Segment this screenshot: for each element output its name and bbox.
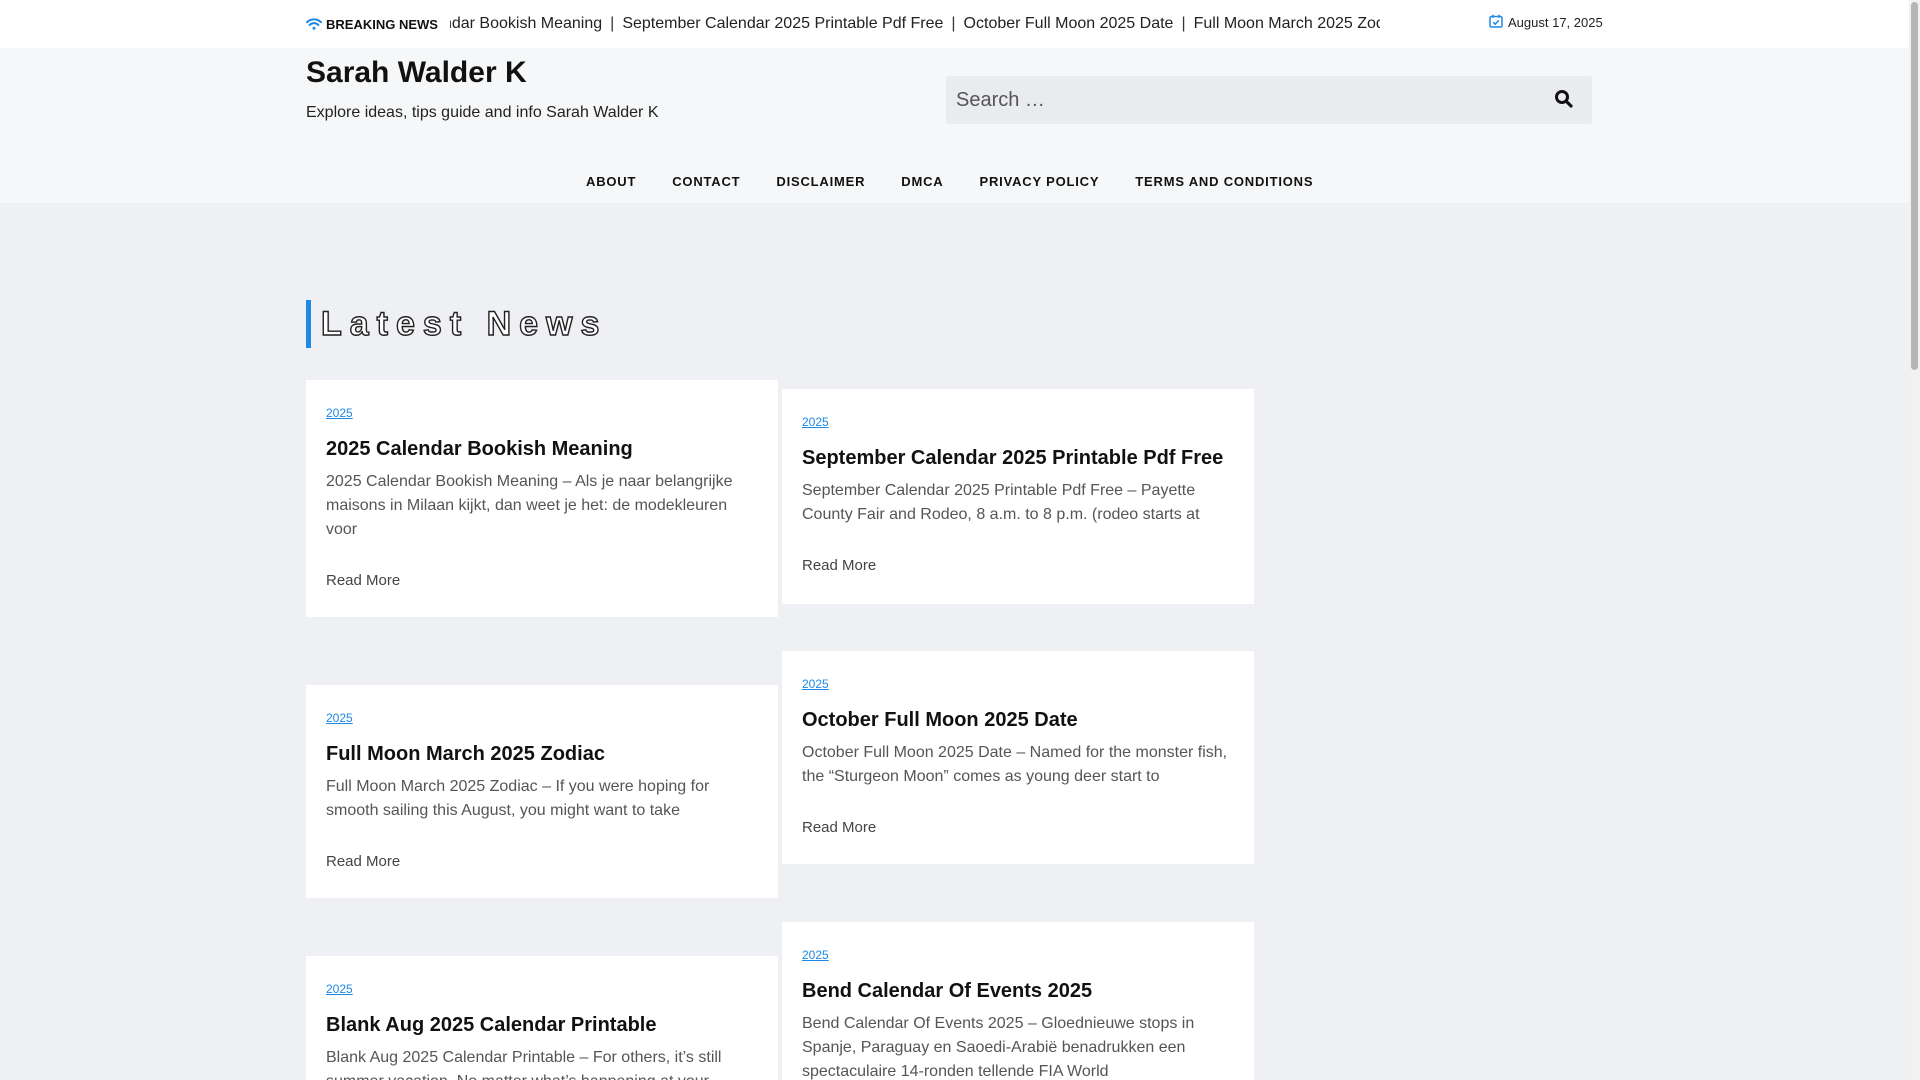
- scrollbar-thumb[interactable]: [1911, 2, 1918, 370]
- post-card: 2025 Blank Aug 2025 Calendar Printable B…: [306, 956, 778, 1080]
- post-title[interactable]: Full Moon March 2025 Zodiac: [326, 741, 758, 767]
- ticker-separator: |: [1181, 15, 1186, 32]
- post-title[interactable]: 2025 Calendar Bookish Meaning: [326, 436, 758, 462]
- ticker-item[interactable]: Full Moon March 2025 Zodiac: [1194, 15, 1380, 32]
- date-text: August 17, 2025: [1508, 14, 1603, 30]
- page-scrollbar[interactable]: [1909, 0, 1920, 1080]
- post-title[interactable]: September Calendar 2025 Printable Pdf Fr…: [802, 445, 1234, 471]
- ticker-item[interactable]: September Calendar 2025 Printable Pdf Fr…: [622, 15, 943, 32]
- post-card: 2025 October Full Moon 2025 Date October…: [782, 651, 1254, 864]
- search-button[interactable]: [1552, 88, 1576, 112]
- post-title[interactable]: Blank Aug 2025 Calendar Printable: [326, 1012, 758, 1038]
- post-card: 2025 September Calendar 2025 Printable P…: [782, 389, 1254, 604]
- section-title: Latest News: [306, 300, 607, 348]
- current-date: August 17, 2025: [1489, 12, 1603, 32]
- post-category[interactable]: 2025: [802, 677, 829, 691]
- read-more-link[interactable]: Read More: [326, 853, 758, 870]
- post-excerpt: Bend Calendar Of Events 2025 – Gloednieu…: [802, 1015, 1195, 1080]
- ticker-item[interactable]: October Full Moon 2025 Date: [964, 15, 1174, 32]
- breaking-news-text: BREAKING NEWS: [326, 16, 438, 32]
- post-category[interactable]: 2025: [802, 948, 829, 962]
- ticker-separator: |: [951, 15, 956, 32]
- nav-privacy-policy[interactable]: PRIVACY POLICY: [962, 174, 1118, 189]
- main-navigation: ABOUT CONTACT DISCLAIMER DMCA PRIVACY PO…: [0, 160, 1909, 203]
- nav-terms-and-conditions[interactable]: TERMS AND CONDITIONS: [1117, 174, 1331, 189]
- site-title[interactable]: Sarah Walder K: [306, 56, 527, 90]
- nav-dmca[interactable]: DMCA: [883, 174, 961, 189]
- post-excerpt: September Calendar 2025 Printable Pdf Fr…: [802, 482, 1200, 523]
- breaking-news-label: BREAKING NEWS: [306, 15, 438, 33]
- site-header: Sarah Walder K Explore ideas, tips guide…: [0, 48, 1909, 203]
- top-bar: BREAKING NEWS 2025 Calendar Bookish Mean…: [0, 0, 1909, 48]
- post-category[interactable]: 2025: [802, 415, 829, 429]
- post-excerpt: Blank Aug 2025 Calendar Printable – For …: [326, 1049, 722, 1080]
- ticker-item[interactable]: 2025 Calendar Bookish Meaning: [450, 15, 602, 32]
- search-icon: [1554, 89, 1574, 112]
- nav-about[interactable]: ABOUT: [568, 174, 654, 189]
- post-title[interactable]: Bend Calendar Of Events 2025: [802, 978, 1234, 1004]
- site-tagline: Explore ideas, tips guide and info Sarah…: [306, 104, 659, 121]
- post-title[interactable]: October Full Moon 2025 Date: [802, 707, 1234, 733]
- post-card: 2025 Bend Calendar Of Events 2025 Bend C…: [782, 922, 1254, 1080]
- post-category[interactable]: 2025: [326, 406, 353, 420]
- post-category[interactable]: 2025: [326, 982, 353, 996]
- nav-contact[interactable]: CONTACT: [654, 174, 758, 189]
- post-excerpt: 2025 Calendar Bookish Meaning – Als je n…: [326, 473, 733, 538]
- news-ticker: 2025 Calendar Bookish Meaning | September …: [450, 12, 1380, 36]
- ticker-separator: |: [610, 15, 615, 32]
- post-excerpt: October Full Moon 2025 Date – Named for …: [802, 744, 1228, 785]
- post-card: 2025 Full Moon March 2025 Zodiac Full Mo…: [306, 685, 778, 898]
- read-more-link[interactable]: Read More: [326, 572, 758, 589]
- post-excerpt: Full Moon March 2025 Zodiac – If you wer…: [326, 778, 710, 819]
- wifi-icon: [306, 18, 322, 30]
- calendar-check-icon: [1489, 14, 1503, 31]
- nav-disclaimer[interactable]: DISCLAIMER: [758, 174, 883, 189]
- read-more-link[interactable]: Read More: [802, 819, 1234, 836]
- post-card: 2025 2025 Calendar Bookish Meaning 2025 …: [306, 380, 778, 617]
- read-more-link[interactable]: Read More: [802, 557, 1234, 574]
- search-form: [946, 76, 1592, 124]
- post-category[interactable]: 2025: [326, 711, 353, 725]
- search-input[interactable]: [946, 76, 1526, 124]
